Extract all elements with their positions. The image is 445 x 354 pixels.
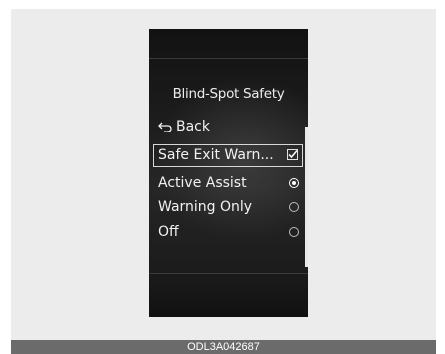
top-divider [149,58,308,59]
bottom-divider [149,273,308,274]
menu-item-safe-exit-warning[interactable]: Safe Exit Warn... [153,144,303,167]
scrollbar[interactable] [305,127,308,267]
figure-caption: ODL3A042687 [11,340,436,354]
menu-item-active-assist[interactable]: Active Assist [158,172,303,195]
menu-item-off[interactable]: Off [158,221,303,244]
back-label: Back [176,119,210,135]
menu-title: Blind-Spot Safety [172,86,285,102]
checkbox-checked-icon[interactable] [287,149,298,160]
radio-unselected-icon[interactable] [289,202,299,212]
menu-item-label: Off [158,224,179,240]
back-arrow-icon [158,122,172,132]
menu-item-warning-only[interactable]: Warning Only [158,196,303,219]
radio-selected-icon[interactable] [289,178,299,188]
radio-unselected-icon[interactable] [289,227,299,237]
menu-item-label: Warning Only [158,199,253,215]
menu-item-label: Active Assist [158,175,247,191]
menu-item-label: Safe Exit Warn... [158,147,274,163]
back-button[interactable]: Back [158,116,303,139]
